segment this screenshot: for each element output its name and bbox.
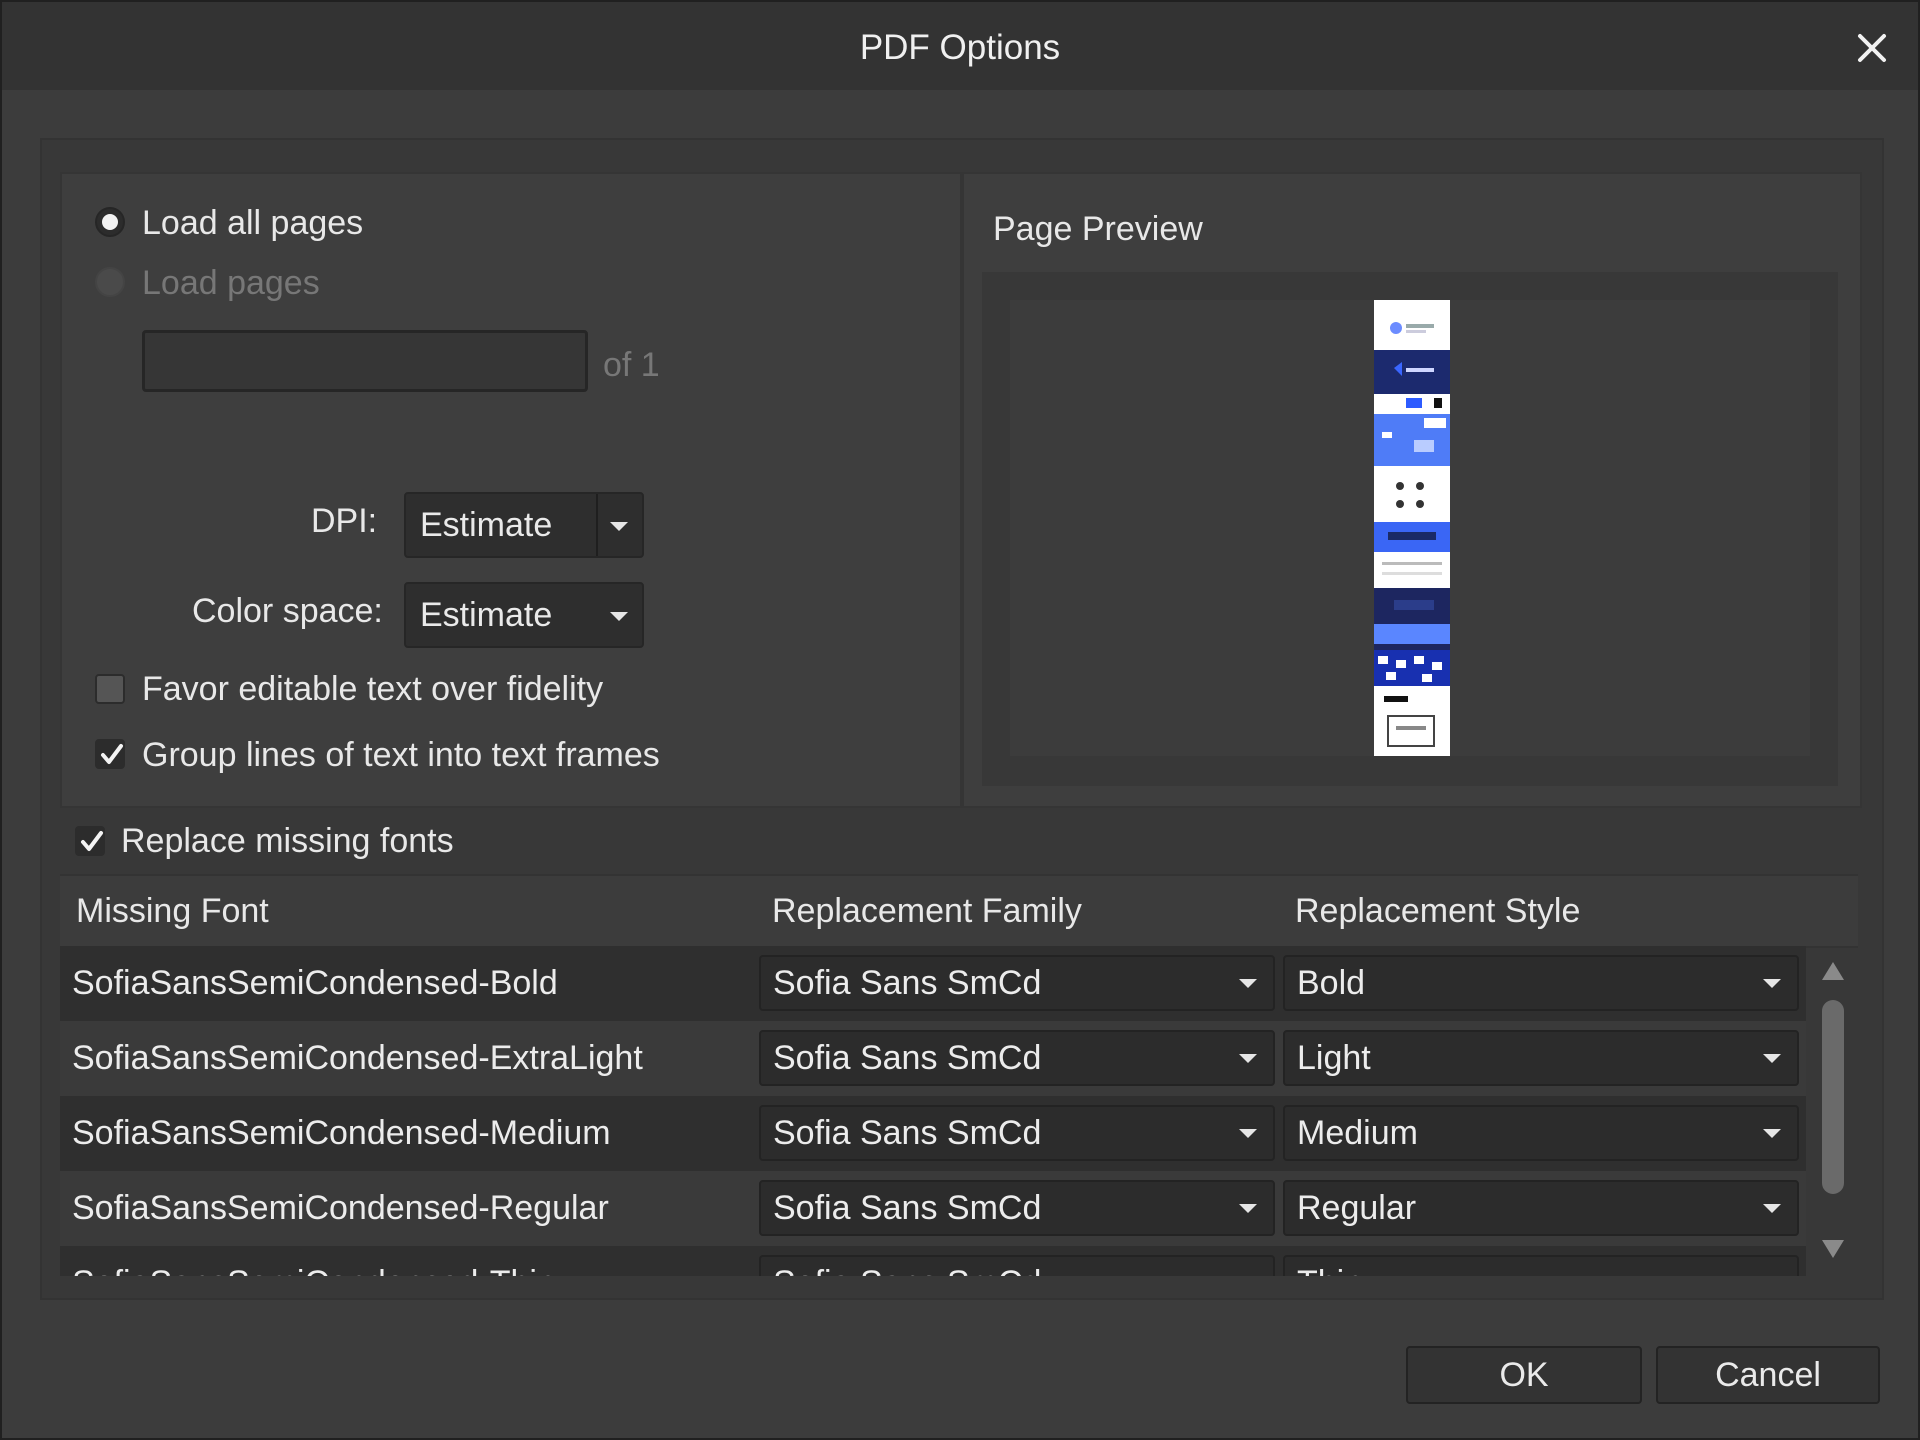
table-row[interactable]: SofiaSansSemiCondensed-Regular Sofia San… bbox=[60, 1171, 1806, 1246]
group-lines-label: Group lines of text into text frames bbox=[142, 736, 660, 774]
chevron-down-icon bbox=[1239, 1054, 1257, 1063]
replacement-style-dropdown[interactable]: Regular bbox=[1283, 1180, 1799, 1236]
replacement-style-value: Light bbox=[1297, 1039, 1371, 1077]
replacement-style-value: Bold bbox=[1297, 964, 1366, 1002]
replacement-family-dropdown[interactable]: Sofia Sans SmCd bbox=[759, 955, 1275, 1011]
replacement-style-value: Thin bbox=[1297, 1264, 1363, 1276]
load-all-pages-label: Load all pages bbox=[142, 204, 364, 242]
preview-title: Page Preview bbox=[993, 210, 1203, 248]
column-header-replacement-style[interactable]: Replacement Style bbox=[1295, 892, 1580, 931]
fonts-table-header: Missing Font Replacement Family Replacem… bbox=[60, 874, 1858, 948]
replacement-style-dropdown[interactable]: Bold bbox=[1283, 955, 1799, 1011]
missing-font-name: SofiaSansSemiCondensed-ExtraLight bbox=[72, 1039, 643, 1077]
replacement-family-dropdown[interactable]: Sofia Sans SmCd bbox=[759, 1255, 1275, 1276]
missing-font-name: SofiaSansSemiCondensed-Thin bbox=[72, 1264, 556, 1276]
page-count-label: of 1 bbox=[603, 346, 660, 384]
replacement-style-value: Medium bbox=[1297, 1114, 1418, 1152]
missing-font-name: SofiaSansSemiCondensed-Medium bbox=[72, 1114, 611, 1152]
favor-editable-checkbox[interactable] bbox=[95, 674, 125, 704]
replacement-family-dropdown[interactable]: Sofia Sans SmCd bbox=[759, 1180, 1275, 1236]
load-all-pages-radio[interactable] bbox=[95, 207, 125, 237]
replacement-style-dropdown[interactable]: Thin bbox=[1283, 1255, 1799, 1276]
load-pages-label: Load pages bbox=[142, 264, 320, 302]
page-thumbnail bbox=[1374, 300, 1450, 756]
dpi-value: Estimate bbox=[420, 506, 553, 544]
chevron-down-icon bbox=[1239, 1129, 1257, 1138]
page-thumbnail-image bbox=[1374, 300, 1450, 756]
dialog-title: PDF Options bbox=[859, 28, 1061, 67]
ok-button[interactable]: OK bbox=[1406, 1346, 1642, 1404]
scrollbar-thumb[interactable] bbox=[1822, 1000, 1844, 1194]
fonts-table-body: SofiaSansSemiCondensed-Bold Sofia Sans S… bbox=[60, 946, 1806, 1276]
scroll-down-arrow-icon[interactable] bbox=[1822, 1240, 1844, 1258]
cancel-button[interactable]: Cancel bbox=[1656, 1346, 1880, 1404]
replacement-family-value: Sofia Sans SmCd bbox=[773, 1189, 1042, 1227]
dropdown-divider bbox=[596, 494, 598, 556]
table-row[interactable]: SofiaSansSemiCondensed-Bold Sofia Sans S… bbox=[60, 946, 1806, 1021]
chevron-down-icon bbox=[1763, 1204, 1781, 1213]
column-header-missing-font[interactable]: Missing Font bbox=[76, 892, 269, 931]
color-space-value: Estimate bbox=[420, 596, 553, 634]
replacement-family-dropdown[interactable]: Sofia Sans SmCd bbox=[759, 1030, 1275, 1086]
replacement-style-dropdown[interactable]: Light bbox=[1283, 1030, 1799, 1086]
color-space-dropdown[interactable]: Estimate bbox=[404, 582, 644, 648]
replacement-family-value: Sofia Sans SmCd bbox=[773, 1114, 1042, 1152]
chevron-down-icon bbox=[1763, 979, 1781, 988]
close-icon[interactable] bbox=[1852, 28, 1892, 68]
chevron-down-icon bbox=[610, 612, 628, 621]
favor-editable-label: Favor editable text over fidelity bbox=[142, 670, 604, 708]
replacement-family-value: Sofia Sans SmCd bbox=[773, 964, 1042, 1002]
chevron-down-icon[interactable] bbox=[610, 522, 628, 531]
dpi-label: DPI: bbox=[311, 502, 378, 540]
replacement-style-dropdown[interactable]: Medium bbox=[1283, 1105, 1799, 1161]
table-row[interactable]: SofiaSansSemiCondensed-Thin Sofia Sans S… bbox=[60, 1246, 1806, 1276]
group-lines-checkbox[interactable] bbox=[95, 739, 125, 769]
chevron-down-icon bbox=[1763, 1129, 1781, 1138]
chevron-down-icon bbox=[1239, 979, 1257, 988]
table-row[interactable]: SofiaSansSemiCondensed-Medium Sofia Sans… bbox=[60, 1096, 1806, 1171]
load-pages-radio bbox=[95, 267, 125, 297]
column-header-replacement-family[interactable]: Replacement Family bbox=[772, 892, 1082, 931]
table-row[interactable]: SofiaSansSemiCondensed-ExtraLight Sofia … bbox=[60, 1021, 1806, 1096]
chevron-down-icon bbox=[1239, 1204, 1257, 1213]
checkmark-icon bbox=[81, 831, 103, 851]
replacement-family-value: Sofia Sans SmCd bbox=[773, 1264, 1041, 1276]
missing-font-name: SofiaSansSemiCondensed-Bold bbox=[72, 964, 558, 1002]
pages-range-input bbox=[142, 330, 588, 392]
chevron-down-icon bbox=[1763, 1054, 1781, 1063]
replacement-family-value: Sofia Sans SmCd bbox=[773, 1039, 1042, 1077]
title-bar: PDF Options bbox=[2, 2, 1918, 90]
dpi-dropdown[interactable]: Estimate bbox=[404, 492, 644, 558]
missing-font-name: SofiaSansSemiCondensed-Regular bbox=[72, 1189, 609, 1227]
checkmark-icon bbox=[101, 744, 123, 764]
replacement-family-dropdown[interactable]: Sofia Sans SmCd bbox=[759, 1105, 1275, 1161]
replacement-style-value: Regular bbox=[1297, 1189, 1417, 1227]
color-space-label: Color space: bbox=[192, 592, 383, 630]
replace-missing-fonts-label: Replace missing fonts bbox=[121, 822, 454, 860]
scroll-up-arrow-icon[interactable] bbox=[1822, 962, 1844, 980]
replace-missing-fonts-checkbox[interactable] bbox=[75, 826, 105, 856]
